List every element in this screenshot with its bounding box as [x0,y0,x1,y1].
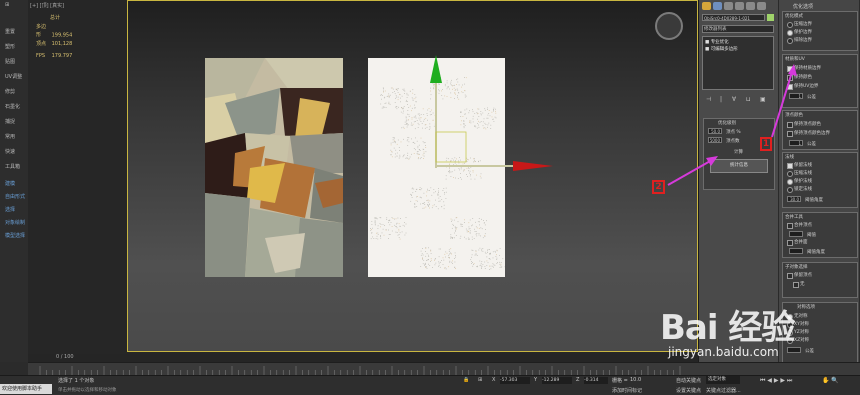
frame-counter: 0 / 100 [56,354,74,360]
absolute-mode-icon[interactable]: ⊞ [478,377,482,383]
z-label: Z [576,377,579,383]
setkey-button[interactable]: 设置关键点 [676,387,701,394]
annotation-arrow-2 [668,160,712,185]
status-bar: 选择了 1 个对象 单击并拖动以选择和移动对象 🔒 ⊞ X -57.303 Y … [0,375,860,395]
playback-controls-icon[interactable]: ⏮ ◀ ▶ ▶ ⏭ [760,377,792,385]
annotation-arrow-head-icon [706,156,718,166]
watermark-logo-text: Bai 经验 [660,308,794,348]
lock-icon[interactable]: 🔒 [463,377,469,383]
grid-label: 栅格 = [612,377,628,384]
autokey-button[interactable]: 自动关键点 [676,377,701,384]
selection-status: 选择了 1 个对象 [58,377,94,384]
time-slider[interactable]: 0 / 100 [28,354,698,362]
z-coord-field[interactable]: -0.314 [584,377,608,384]
x-coord-field[interactable]: -57.303 [500,377,530,384]
watermark-url: jingyan.baidu.com [668,345,779,359]
key-filter-button[interactable]: 关键点过滤器... [706,387,741,394]
annotation-arrow-head-icon [788,64,797,76]
y-label: Y [534,377,537,383]
viewport-nav-icon[interactable]: ✋ 🔍 [822,377,839,384]
y-coord-field[interactable]: -12.289 [542,377,572,384]
callout-2: 2 [652,180,665,194]
selected-object-dropdown[interactable]: 选定对象 [706,376,740,384]
maxscript-listener[interactable]: 欢迎使用脚本助手 [0,384,52,394]
prompt-hint: 单击并拖动以选择和移动对象 [58,387,117,393]
callout-1: 1 [760,137,772,151]
add-time-tag[interactable]: 添加时间标记 [612,387,642,394]
x-label: X [492,377,495,383]
grid-value: 10.0 [630,377,641,383]
annotation-arrow-1 [772,72,792,137]
track-bar[interactable] [28,362,860,376]
baidu-watermark-logo: Bai 经验 [660,300,794,349]
